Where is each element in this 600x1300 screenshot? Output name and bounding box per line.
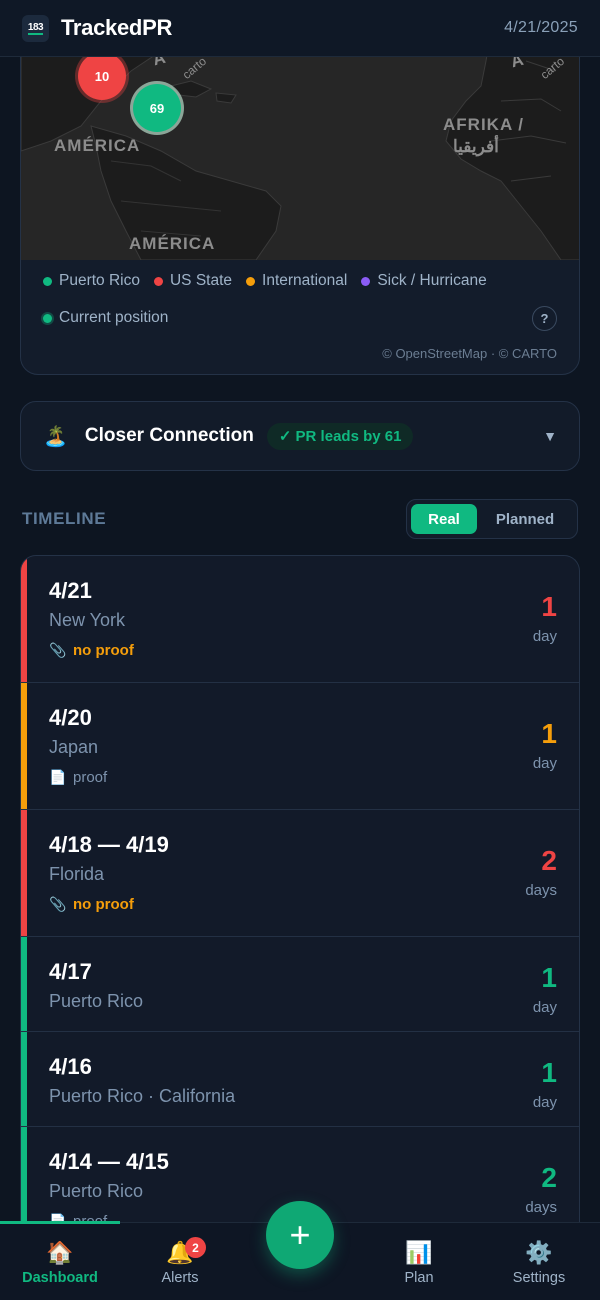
entry-color-bar <box>21 810 27 936</box>
help-button[interactable]: ? <box>532 306 557 331</box>
entry-color-bar <box>21 683 27 809</box>
timeline-entry[interactable]: 4/16 Puerto Rico · California 1 day <box>21 1032 579 1127</box>
timeline-mode-toggle: Real Planned <box>406 499 578 539</box>
entry-day-count: 2 <box>541 1162 557 1193</box>
legend-item-current-position: Current position <box>43 308 168 328</box>
document-icon: 📄 <box>49 769 67 785</box>
legend-label: International <box>262 272 348 289</box>
entry-color-bar <box>21 1032 27 1126</box>
entry-place: Puerto Rico · California <box>49 1086 236 1106</box>
app-header: 183 TrackedPR 4/21/2025 <box>0 0 600 57</box>
entry-color-bar <box>21 1127 27 1225</box>
legend-label: US State <box>169 272 233 289</box>
closer-connection-card[interactable]: 🏝️ Closer Connection ✓ PR leads by 61 ▼ <box>20 401 580 471</box>
legend-item-international: International <box>246 271 347 291</box>
nav-item-plan[interactable]: 📊 Plan <box>364 1239 474 1286</box>
entry-place: Puerto Rico <box>49 991 144 1011</box>
entry-color-bar <box>21 937 27 1031</box>
timeline-entry[interactable]: 4/21 New York 📎 no proof 1 day <box>21 556 579 683</box>
entry-date: 4/14 — 4/15 <box>49 1149 169 1174</box>
timeline-entry[interactable]: 4/20 Japan 📄 proof 1 day <box>21 683 579 810</box>
legend-label: Puerto Rico <box>59 272 140 289</box>
paperclip-icon: 📎 <box>49 896 67 912</box>
paperclip-icon: 📎 <box>49 642 67 658</box>
entry-day-unit: day <box>532 999 557 1016</box>
entry-day-count: 1 <box>541 591 557 622</box>
legend-dot <box>43 313 52 323</box>
legend-dot <box>246 276 256 286</box>
bar-chart-icon: 📊 <box>405 1240 433 1265</box>
legend-item-us-state: US State <box>153 271 233 291</box>
entry-day-unit: day <box>532 1094 557 1111</box>
proof-label: no proof <box>73 642 134 659</box>
entry-date: 4/18 — 4/19 <box>49 832 169 857</box>
timeline-heading: TIMELINE <box>22 509 107 528</box>
entry-date: 4/20 <box>49 705 92 730</box>
entry-day-unit: days <box>525 1199 557 1216</box>
entry-proof[interactable]: 📄 proof <box>49 769 107 786</box>
entry-day-unit: day <box>532 755 557 772</box>
alerts-count-badge: 2 <box>185 1237 206 1258</box>
toggle-real-button[interactable]: Real <box>411 504 477 534</box>
legend-dot <box>43 276 52 286</box>
entry-day-count: 1 <box>541 718 557 749</box>
closer-connection-title: Closer Connection <box>84 425 254 446</box>
timeline-entry[interactable]: 4/17 Puerto Rico 1 day <box>21 937 579 1032</box>
nav-label: Settings <box>512 1270 566 1286</box>
add-entry-button[interactable]: + <box>266 1201 334 1269</box>
timeline-list: 4/21 New York 📎 no proof 1 day 4/20 Japa… <box>20 555 580 1225</box>
proof-label: proof <box>73 769 108 786</box>
entry-day-unit: day <box>532 628 557 645</box>
nav-label: Plan <box>404 1270 434 1286</box>
entry-day-count: 1 <box>541 1057 557 1088</box>
header-date: 4/21/2025 <box>504 19 578 36</box>
entry-place: Florida <box>49 864 105 884</box>
app-title: TrackedPR <box>61 15 173 40</box>
map-cluster-us-state[interactable]: 10 <box>78 52 126 100</box>
entry-day-count: 1 <box>541 962 557 993</box>
entry-place: New York <box>49 610 126 630</box>
entry-date: 4/17 <box>49 959 92 984</box>
island-icon: 🏝️ <box>43 425 68 448</box>
legend-item-sick-hurricane: Sick / Hurricane <box>361 271 487 291</box>
nav-item-dashboard[interactable]: 🏠 Dashboard <box>5 1239 115 1286</box>
house-icon: 🏠 <box>46 1240 74 1265</box>
entry-date: 4/16 <box>49 1054 92 1079</box>
legend-label: Sick / Hurricane <box>377 272 487 289</box>
legend-dot <box>361 276 371 286</box>
legend-item-puerto-rico: Puerto Rico <box>43 271 140 291</box>
nav-label: Alerts <box>161 1270 199 1286</box>
map-legend: Puerto Rico US State International Sick … <box>43 271 563 328</box>
proof-label: no proof <box>73 896 134 913</box>
entry-place: Puerto Rico <box>49 1181 144 1201</box>
nav-active-indicator <box>0 1221 120 1224</box>
nav-item-settings[interactable]: ⚙️ Settings <box>484 1239 594 1286</box>
map-label-america-top: AMÉRICA <box>54 136 141 155</box>
entry-proof[interactable]: 📎 no proof <box>49 642 134 659</box>
nav-item-alerts[interactable]: 🔔 2 Alerts <box>125 1237 235 1286</box>
entry-proof[interactable]: 📎 no proof <box>49 896 134 913</box>
map-label-america-bottom: AMÉRICA <box>129 234 216 253</box>
app-logo: 183 <box>22 14 49 42</box>
pr-lead-badge: ✓ PR leads by 61 <box>266 422 414 450</box>
entry-place: Japan <box>49 737 99 757</box>
map-attribution[interactable]: © OpenStreetMap · © CARTO <box>382 346 557 361</box>
entry-color-bar <box>21 556 27 682</box>
nav-label: Dashboard <box>22 1270 98 1286</box>
chevron-down-icon[interactable]: ▼ <box>543 428 557 444</box>
entry-date: 4/21 <box>49 578 92 603</box>
map-label-afrika: AFRIKA / <box>443 115 525 134</box>
toggle-planned-button[interactable]: Planned <box>477 504 573 534</box>
map-card: A carto A carto AMÉRICA AMÉRICA AFRIKA /… <box>20 30 580 375</box>
legend-label: Current position <box>59 309 169 326</box>
gear-icon: ⚙️ <box>525 1240 553 1265</box>
app-root: A carto A carto AMÉRICA AMÉRICA AFRIKA /… <box>0 0 600 1300</box>
timeline-entry[interactable]: 4/18 — 4/19 Florida 📎 no proof 2 days <box>21 810 579 937</box>
legend-dot <box>153 276 163 286</box>
map-label-afrika-arabic: أفريقيا <box>453 137 499 156</box>
map-cluster-puerto-rico[interactable]: 69 <box>133 84 181 132</box>
entry-day-unit: days <box>525 882 557 899</box>
map-view[interactable]: A carto A carto AMÉRICA AMÉRICA AFRIKA /… <box>21 31 579 260</box>
entry-day-count: 2 <box>541 845 557 876</box>
